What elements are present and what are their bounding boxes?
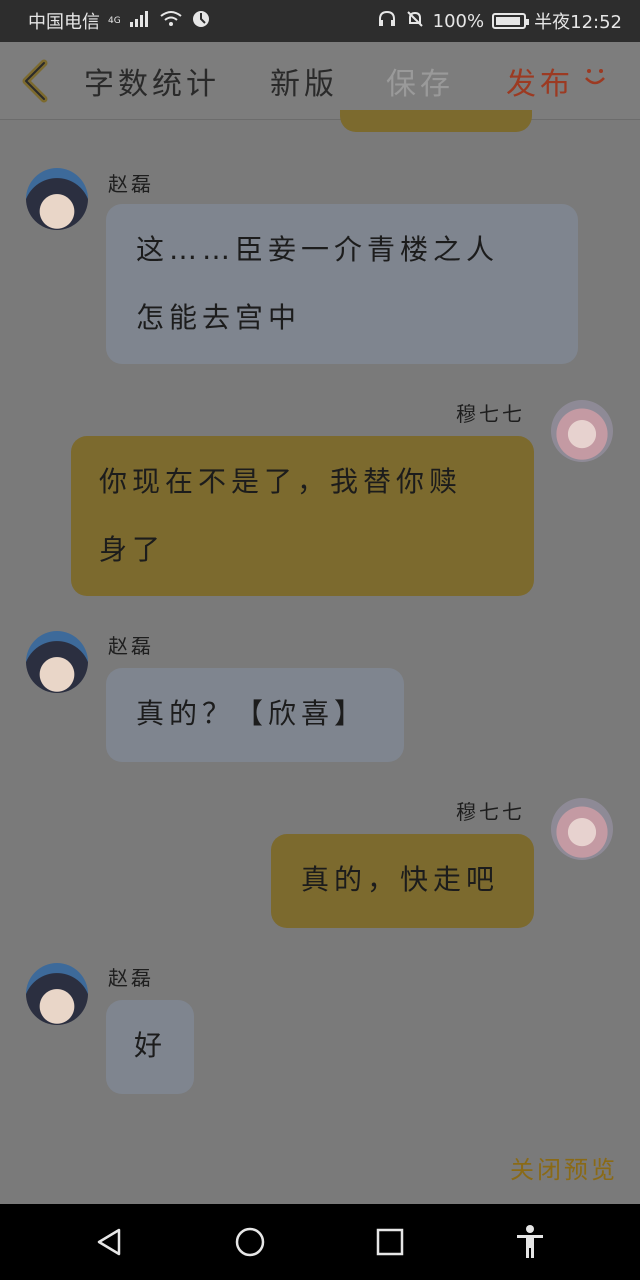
message-bubble: 真的，快走吧 bbox=[271, 834, 534, 928]
wifi-icon bbox=[159, 10, 183, 33]
accessibility-button[interactable] bbox=[500, 1212, 560, 1272]
message-line: 真的？【欣喜】 bbox=[136, 697, 368, 730]
avatar[interactable] bbox=[26, 963, 88, 1025]
message-line: 怎能去宫中 bbox=[136, 301, 302, 334]
status-right: 100% 半夜12:52 bbox=[377, 8, 622, 34]
sender-name: 穆七七 bbox=[456, 402, 525, 426]
save-button[interactable]: 保存 bbox=[386, 59, 454, 103]
back-nav-button[interactable] bbox=[80, 1212, 140, 1272]
message-bubble: 好 bbox=[106, 1000, 194, 1094]
chevron-left-icon bbox=[22, 59, 48, 102]
message-bubble-partial bbox=[340, 110, 532, 132]
battery-percent: 100% bbox=[432, 10, 485, 32]
sender-name: 赵磊 bbox=[108, 172, 154, 196]
new-version-button[interactable]: 新版 bbox=[270, 59, 338, 103]
message-bubble: 真的？【欣喜】 bbox=[106, 668, 404, 762]
signal-icon bbox=[129, 10, 151, 33]
message-line: 真的，快走吧 bbox=[301, 863, 500, 896]
message-bubble: 你现在不是了，我替你赎 身了 bbox=[71, 436, 534, 596]
battery-icon bbox=[492, 13, 530, 29]
message-line: 身了 bbox=[99, 533, 166, 566]
editor-toolbar: 字数统计 新版 保存 发布 bbox=[0, 42, 640, 120]
circle-home-icon bbox=[235, 1227, 265, 1257]
message-line: 好 bbox=[134, 1029, 168, 1062]
sender-name: 赵磊 bbox=[108, 966, 154, 990]
sender-name: 穆七七 bbox=[456, 800, 525, 824]
data-saver-icon bbox=[191, 9, 211, 34]
accessibility-icon bbox=[517, 1225, 543, 1258]
network-label: 4G bbox=[108, 16, 121, 26]
triangle-back-icon bbox=[97, 1228, 121, 1256]
carrier-label: 中国电信 bbox=[28, 12, 100, 33]
message-bubble: 这……臣妾一介青楼之人 怎能去宫中 bbox=[106, 204, 578, 364]
word-count-button[interactable]: 字数统计 bbox=[84, 59, 220, 103]
system-nav-bar bbox=[0, 1204, 640, 1280]
square-recents-icon bbox=[376, 1228, 404, 1256]
smile-icon bbox=[580, 62, 610, 100]
headset-icon bbox=[377, 10, 397, 33]
publish-button[interactable]: 发布 bbox=[506, 59, 574, 103]
message-line: 这……臣妾一介青楼之人 bbox=[136, 233, 500, 266]
message-line: 你现在不是了，我替你赎 bbox=[99, 465, 463, 498]
status-bar: 中国电信 4G 100% 半夜12:52 bbox=[0, 0, 640, 42]
home-nav-button[interactable] bbox=[220, 1212, 280, 1272]
avatar[interactable] bbox=[551, 798, 613, 860]
avatar[interactable] bbox=[26, 631, 88, 693]
avatar[interactable] bbox=[551, 400, 613, 462]
status-left: 中国电信 4G bbox=[28, 8, 211, 34]
avatar[interactable] bbox=[26, 168, 88, 230]
back-button[interactable] bbox=[0, 42, 70, 120]
mute-bell-icon bbox=[405, 9, 425, 34]
clock: 半夜12:52 bbox=[534, 12, 622, 33]
recents-nav-button[interactable] bbox=[360, 1212, 420, 1272]
sender-name: 赵磊 bbox=[108, 634, 154, 658]
close-preview-button[interactable]: 关闭预览 bbox=[510, 1150, 618, 1185]
